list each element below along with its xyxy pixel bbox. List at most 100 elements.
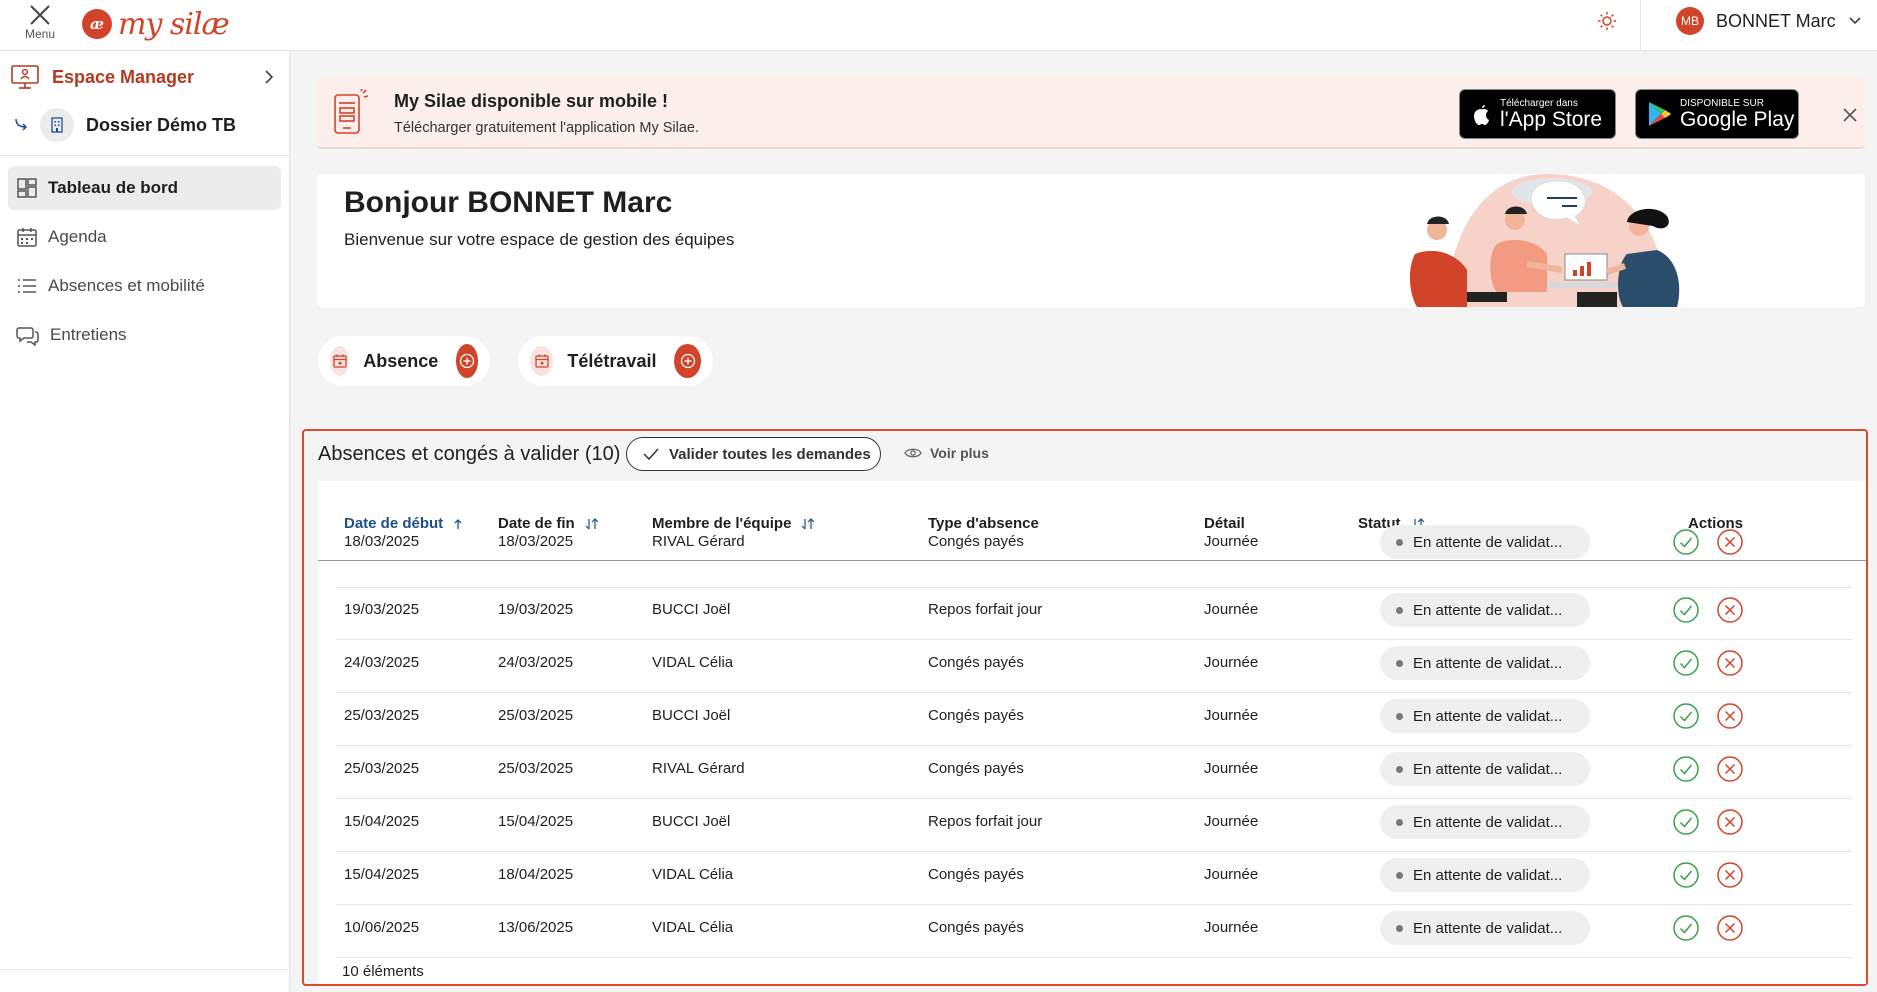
header-label: Type d'absence [928, 515, 1039, 532]
cell-date-fin: 18/04/2025 [498, 866, 574, 883]
dossier-title: Dossier Démo TB [86, 114, 237, 135]
reject-x-icon[interactable] [1716, 596, 1744, 624]
cell-detail: Journée [1204, 601, 1259, 618]
cell-membre: RIVAL Gérard [652, 760, 745, 777]
table-row: 15/04/2025 18/04/2025 VIDAL Célia Congés pa… [336, 852, 1852, 905]
google-play-icon [1649, 102, 1671, 126]
header-membre[interactable]: Membre de l'équipe [652, 515, 815, 532]
voir-plus-link[interactable]: Voir plus [904, 445, 989, 461]
cell-date-fin: 15/04/2025 [498, 813, 574, 830]
dossier-selector[interactable]: Dossier Démo TB [14, 105, 274, 145]
sidebar-item-entretiens[interactable]: Entretiens [8, 313, 281, 357]
sort-icon [585, 517, 599, 529]
reject-x-icon[interactable] [1716, 755, 1744, 783]
status-label: En attente de validat... [1413, 654, 1563, 672]
cell-detail: Journée [1204, 813, 1259, 830]
validate-all-button[interactable]: Valider toutes les demandes [626, 437, 881, 471]
cell-detail: Journée [1204, 760, 1259, 777]
cell-date-fin: 13/06/2025 [498, 919, 574, 936]
espace-manager-selector[interactable]: Espace Manager [10, 61, 274, 93]
logo-mark: æ [82, 9, 112, 39]
google-play-big: Google Play [1680, 107, 1795, 131]
cell-type-absence: Repos forfait jour [928, 601, 1043, 618]
status-label: En attente de validat... [1413, 533, 1563, 551]
status-label: En attente de validat... [1413, 760, 1563, 778]
calendar-icon [17, 228, 37, 247]
status-label: En attente de validat... [1413, 866, 1563, 884]
header-date-debut[interactable]: Date de début [344, 515, 463, 532]
status-badge: En attente de validat... [1380, 593, 1590, 627]
cell-date-debut: 25/03/2025 [344, 760, 420, 777]
status-dot [1396, 924, 1403, 932]
status-badge: En attente de validat... [1380, 911, 1590, 945]
header-label: Date de début [344, 515, 444, 532]
list-icon [18, 279, 36, 293]
approve-check-icon[interactable] [1672, 914, 1700, 942]
approve-check-icon[interactable] [1672, 528, 1700, 556]
banner-title: My Silae disponible sur mobile ! [394, 91, 669, 111]
sidebar-item-agenda[interactable]: Agenda [8, 215, 281, 259]
absence-label: Absence [363, 350, 439, 371]
reject-x-icon[interactable] [1716, 528, 1744, 556]
app-store-button[interactable]: Télécharger dans l'App Store [1459, 89, 1616, 139]
top-bar: Menu æ my silæ MB BONNET Marc [0, 0, 1877, 51]
sidebar-item-absences-et-mobilite[interactable]: Absences et mobilité [8, 264, 281, 308]
check-icon [643, 448, 659, 461]
google-play-small: DISPONIBLE SUR [1680, 97, 1764, 109]
cell-type-absence: Congés payés [928, 866, 1024, 883]
sort-up-icon [454, 518, 462, 529]
building-icon [40, 108, 74, 142]
reject-x-icon[interactable] [1716, 649, 1744, 677]
voir-plus-label: Voir plus [930, 445, 989, 461]
app-store-small: Télécharger dans [1500, 97, 1578, 109]
table-row: 19/03/2025 19/03/2025 BUCCI Joël Repos forf… [336, 587, 1852, 640]
user-divider [1640, 0, 1641, 50]
validate-all-label: Valider toutes les demandes [669, 445, 871, 463]
header-date-fin[interactable]: Date de fin [498, 515, 599, 532]
greeting-card: Bonjour BONNET Marc Bienvenue sur votre … [317, 174, 1865, 307]
google-play-button[interactable]: DISPONIBLE SUR Google Play [1635, 89, 1799, 139]
cell-date-fin: 19/03/2025 [498, 601, 574, 618]
cell-date-fin: 18/03/2025 [498, 533, 574, 550]
header-label: Date de fin [498, 515, 575, 532]
status-dot [1396, 538, 1403, 546]
greeting-subtitle: Bienvenue sur votre espace de gestion de… [344, 230, 735, 249]
mobile-phone-icon [334, 89, 369, 134]
approve-check-icon[interactable] [1672, 808, 1700, 836]
approve-check-icon[interactable] [1672, 649, 1700, 677]
cell-type-absence: Repos forfait jour [928, 813, 1043, 830]
team-meeting-illustration [1409, 174, 1680, 307]
status-dot [1396, 659, 1403, 667]
cell-date-fin: 25/03/2025 [498, 707, 574, 724]
reject-x-icon[interactable] [1716, 702, 1744, 730]
cell-membre: BUCCI Joël [652, 813, 731, 830]
table-row: 24/03/2025 24/03/2025 VIDAL Célia Congés pa… [336, 640, 1852, 693]
new-teletravail-button[interactable]: Télétravail [518, 336, 713, 386]
avatar: MB [1676, 7, 1704, 35]
table-row: 15/04/2025 15/04/2025 BUCCI Joël Repos forf… [336, 799, 1852, 852]
approve-check-icon[interactable] [1672, 596, 1700, 624]
cell-detail: Journée [1204, 533, 1259, 550]
apple-icon [1474, 105, 1489, 125]
reject-x-icon[interactable] [1716, 808, 1744, 836]
logo[interactable]: æ my silæ [82, 4, 230, 44]
banner-close-icon[interactable] [1843, 108, 1857, 122]
reject-x-icon[interactable] [1716, 914, 1744, 942]
section-title: Absences et congés à valider (10) [318, 443, 621, 465]
theme-toggle-button[interactable] [1596, 10, 1618, 32]
cell-type-absence: Congés payés [928, 760, 1024, 777]
chevron-down-icon [1849, 17, 1861, 25]
cell-membre: VIDAL Célia [652, 919, 734, 936]
new-absence-button[interactable]: Absence [318, 336, 490, 386]
approve-check-icon[interactable] [1672, 861, 1700, 889]
approve-check-icon[interactable] [1672, 755, 1700, 783]
sidebar-item-tableau-de-bord[interactable]: Tableau de bord [8, 166, 281, 210]
approve-check-icon[interactable] [1672, 702, 1700, 730]
status-badge: En attente de validat... [1380, 858, 1590, 892]
chat-icon [16, 327, 39, 346]
user-menu[interactable]: MB BONNET Marc [1676, 6, 1862, 36]
reject-x-icon[interactable] [1716, 861, 1744, 889]
sort-icon [802, 517, 815, 529]
menu-button[interactable]: Menu [18, 4, 62, 46]
cell-membre: VIDAL Célia [652, 654, 734, 671]
